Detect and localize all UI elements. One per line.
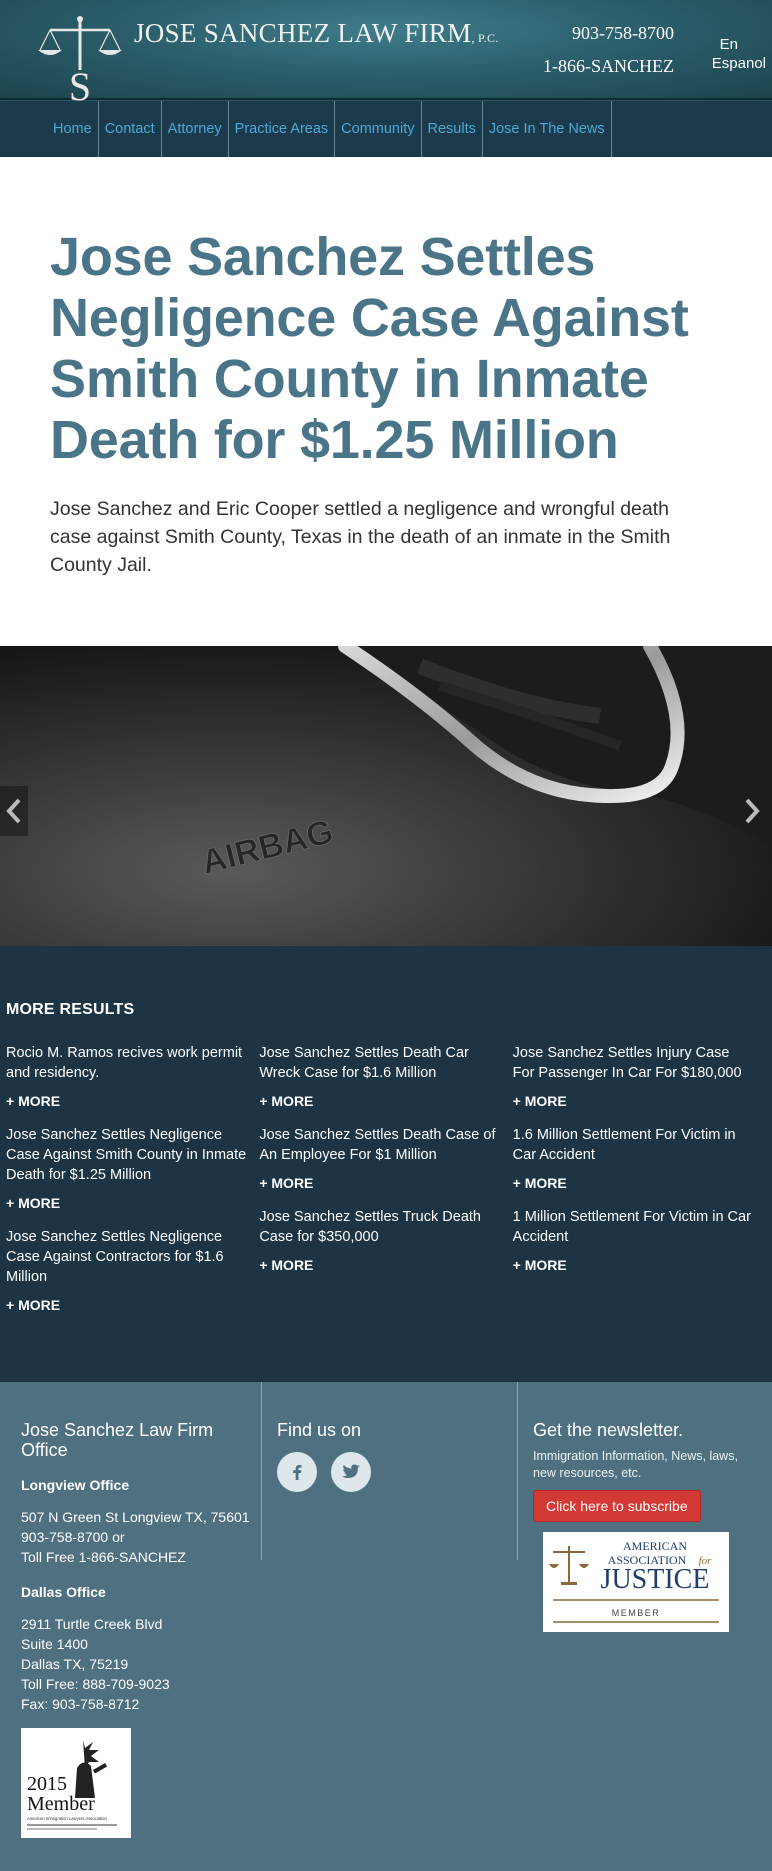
result-item: 1 Million Settlement For Victim in Car A… (513, 1207, 754, 1273)
article: Jose Sanchez Settles Negligence Case Aga… (0, 157, 772, 646)
dallas-city: Dallas TX, 75219 (21, 1656, 129, 1672)
phone-tollfree[interactable]: 1-866-SANCHEZ (543, 56, 674, 77)
member-label: Member (27, 1793, 95, 1815)
more-results-section: MORE RESULTS Rocio M. Ramos recives work… (0, 946, 772, 1382)
longview-address: 507 N Green St Longview TX, 75601 (21, 1509, 250, 1525)
twitter-icon (342, 1464, 360, 1478)
result-title[interactable]: Jose Sanchez Settles Negligence Case Aga… (6, 1125, 247, 1185)
firm-name[interactable]: JOSE SANCHEZ LAW FIRM, P.C. (134, 18, 499, 49)
result-title[interactable]: Jose Sanchez Settles Death Case of An Em… (259, 1125, 500, 1165)
facebook-button[interactable] (277, 1452, 317, 1492)
site-header: S JOSE SANCHEZ LAW FIRM, P.C. 903-758-87… (0, 0, 772, 106)
nav-jose-in-the-news[interactable]: Jose In The News (483, 101, 612, 157)
main-nav: Home Contact Attorney Practice Areas Com… (0, 100, 772, 157)
airbag-photo: AIRBAG (0, 646, 772, 946)
article-headline: Jose Sanchez Settles Negligence Case Aga… (50, 227, 689, 470)
footer-newsletter: Get the newsletter. Immigration Informat… (518, 1382, 772, 1871)
result-item: Jose Sanchez Settles Truck Death Case fo… (259, 1207, 500, 1273)
longview-phone[interactable]: 903-758-8700 or (21, 1527, 261, 1547)
result-more-link[interactable]: + MORE (513, 1093, 754, 1109)
footer-social: Find us on (262, 1382, 518, 1560)
result-item: Jose Sanchez Settles Death Car Wreck Cas… (259, 1043, 500, 1109)
result-title[interactable]: 1.6 Million Settlement For Victim in Car… (513, 1125, 754, 1165)
newsletter-heading: Get the newsletter. (533, 1420, 684, 1440)
facebook-icon (293, 1465, 302, 1480)
firm-name-text[interactable]: JOSE SANCHEZ LAW FIRM (134, 18, 471, 48)
results-column-1: Rocio M. Ramos recives work permit and r… (6, 1043, 259, 1329)
result-title[interactable]: Jose Sanchez Settles Death Car Wreck Cas… (259, 1043, 500, 1083)
dallas-tollfree[interactable]: Toll Free: 888-709-9023 (21, 1674, 261, 1694)
result-title[interactable]: Jose Sanchez Settles Injury Case For Pas… (513, 1043, 754, 1083)
phone-local[interactable]: 903-758-8700 (572, 23, 674, 44)
newsletter-description: Immigration Information, News, laws, new… (533, 1449, 738, 1480)
site-footer: Jose Sanchez Law Firm Office Longview Of… (0, 1382, 772, 1871)
nav-attorney[interactable]: Attorney (162, 101, 229, 157)
results-column-3: Jose Sanchez Settles Injury Case For Pas… (513, 1043, 766, 1329)
dallas-suite: Suite 1400 (21, 1636, 88, 1652)
aila-member-badge[interactable]: 2015 Member American Immigration Lawyers… (21, 1728, 131, 1838)
nav-contact[interactable]: Contact (99, 101, 162, 157)
svg-text:S: S (69, 64, 91, 106)
more-results-heading: MORE RESULTS (6, 1001, 135, 1018)
result-title[interactable]: 1 Million Settlement For Victim in Car A… (513, 1207, 754, 1247)
image-carousel: AIRBAG (0, 646, 772, 946)
result-more-link[interactable]: + MORE (259, 1175, 500, 1191)
result-more-link[interactable]: + MORE (259, 1257, 500, 1273)
longview-tollfree[interactable]: Toll Free 1-866-SANCHEZ (21, 1547, 261, 1567)
results-grid: Rocio M. Ramos recives work permit and r… (6, 1043, 766, 1329)
nav-community[interactable]: Community (335, 101, 422, 157)
member-year: 2015 (27, 1773, 67, 1795)
scales-of-justice-logo[interactable]: S (36, 14, 124, 106)
result-title[interactable]: Jose Sanchez Settles Negligence Case Aga… (6, 1227, 247, 1287)
subscribe-button[interactable]: Click here to subscribe (533, 1490, 701, 1522)
longview-office-heading: Longview Office (21, 1477, 130, 1493)
aaj-member: MEMBER (612, 1608, 661, 1618)
aaj-line1: AMERICAN (623, 1539, 687, 1553)
chevron-right-icon (745, 798, 760, 824)
result-item: Rocio M. Ramos recives work permit and r… (6, 1043, 247, 1109)
result-item: Jose Sanchez Settles Negligence Case Aga… (6, 1227, 247, 1313)
aaj-member-badge[interactable]: AMERICAN ASSOCIATION for JUSTICE MEMBER (543, 1532, 729, 1632)
firm-suffix: , P.C. (471, 31, 499, 45)
result-more-link[interactable]: + MORE (259, 1093, 500, 1109)
carousel-next-button[interactable] (738, 786, 766, 836)
dallas-office-heading: Dallas Office (21, 1584, 106, 1600)
chevron-left-icon (6, 798, 21, 824)
nav-home[interactable]: Home (47, 101, 99, 157)
member-org: American Immigration Lawyers Association (27, 1816, 107, 1821)
aaj-line3: JUSTICE (601, 1564, 710, 1595)
carousel-prev-button[interactable] (0, 786, 28, 836)
footer-offices: Jose Sanchez Law Firm Office Longview Of… (0, 1382, 262, 1838)
result-more-link[interactable]: + MORE (513, 1175, 754, 1191)
language-spanish-link[interactable]: Espanol (712, 55, 766, 72)
nav-results[interactable]: Results (422, 101, 483, 157)
dallas-street: 2911 Turtle Creek Blvd (21, 1616, 163, 1632)
language-english-link[interactable]: En (720, 36, 738, 53)
result-more-link[interactable]: + MORE (6, 1093, 247, 1109)
dallas-fax: Fax: 903-758-8712 (21, 1696, 140, 1712)
twitter-button[interactable] (331, 1452, 371, 1492)
article-summary: Jose Sanchez and Eric Cooper settled a n… (50, 498, 671, 576)
result-more-link[interactable]: + MORE (6, 1297, 247, 1313)
results-column-2: Jose Sanchez Settles Death Car Wreck Cas… (259, 1043, 512, 1329)
result-title[interactable]: Rocio M. Ramos recives work permit and r… (6, 1043, 247, 1083)
result-item: Jose Sanchez Settles Death Case of An Em… (259, 1125, 500, 1191)
result-more-link[interactable]: + MORE (513, 1257, 754, 1273)
result-title[interactable]: Jose Sanchez Settles Truck Death Case fo… (259, 1207, 500, 1247)
footer-office-heading: Jose Sanchez Law Firm Office (21, 1420, 214, 1460)
result-more-link[interactable]: + MORE (6, 1195, 247, 1211)
social-links (277, 1452, 517, 1492)
result-item: Jose Sanchez Settles Injury Case For Pas… (513, 1043, 754, 1109)
nav-practice-areas[interactable]: Practice Areas (229, 101, 336, 157)
result-item: Jose Sanchez Settles Negligence Case Aga… (6, 1125, 247, 1211)
find-us-heading: Find us on (277, 1420, 362, 1440)
result-item: 1.6 Million Settlement For Victim in Car… (513, 1125, 754, 1191)
